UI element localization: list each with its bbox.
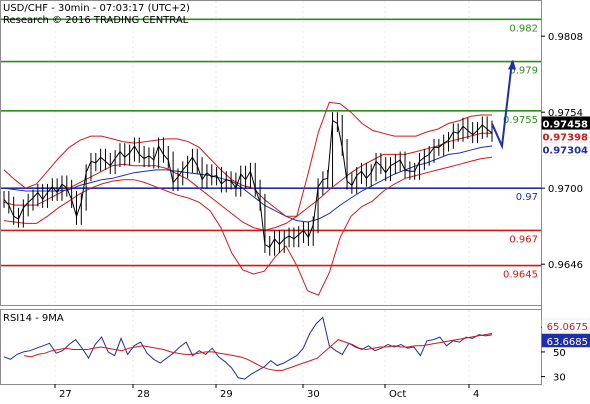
level-label: 0.9645 bbox=[503, 270, 538, 281]
level-label: 0.982 bbox=[509, 23, 538, 34]
x-tick-label: 27 bbox=[59, 389, 72, 400]
price-badge-label: 0.97398 bbox=[542, 133, 588, 144]
level-label: 0.967 bbox=[509, 234, 538, 245]
rsi-panel-title: RSI14 - 9MA bbox=[3, 313, 64, 324]
x-tick-label: 4 bbox=[473, 389, 479, 400]
rsi-badge-label: 63.6685 bbox=[547, 337, 588, 348]
level-label: 0.97 bbox=[516, 192, 538, 203]
chart-research-credit: Research © 2016 TRADING CENTRAL bbox=[3, 15, 189, 26]
chart-window: 0.982 0.979 0.9755 0.97 0.967 0.9645 0.9808 0.… bbox=[0, 0, 590, 400]
x-tick-label: 29 bbox=[220, 389, 233, 400]
price-badge-label: 0.97458 bbox=[542, 120, 588, 131]
price-badge-label: 0.97304 bbox=[542, 146, 588, 157]
rsi-tick-label: 50 bbox=[553, 348, 566, 359]
rsi-tick-label: 30 bbox=[553, 373, 566, 384]
y-tick-label: 0.9700 bbox=[548, 184, 583, 195]
level-label: 0.9755 bbox=[503, 115, 538, 126]
y-tick-label: 0.9808 bbox=[548, 32, 583, 43]
x-tick-label: 28 bbox=[137, 389, 150, 400]
x-tick-label: Oct bbox=[389, 389, 406, 400]
chart-title: USD/CHF - 30min - 07:03:17 (UTC+2) bbox=[3, 3, 190, 14]
chart-svg: 0.9820.9790.97550.970.9670.9645 0.98080.… bbox=[0, 0, 590, 400]
rsi-badge-label: 65.0675 bbox=[547, 322, 588, 333]
y-tick-label: 0.9646 bbox=[548, 260, 583, 271]
x-tick-label: 30 bbox=[307, 389, 320, 400]
time-axis-labels: 27 28 29 30 Oct 4 bbox=[54, 384, 479, 400]
price-badges: 0.97458 0.97398 0.97304 65.0675 63.6685 bbox=[541, 116, 590, 348]
